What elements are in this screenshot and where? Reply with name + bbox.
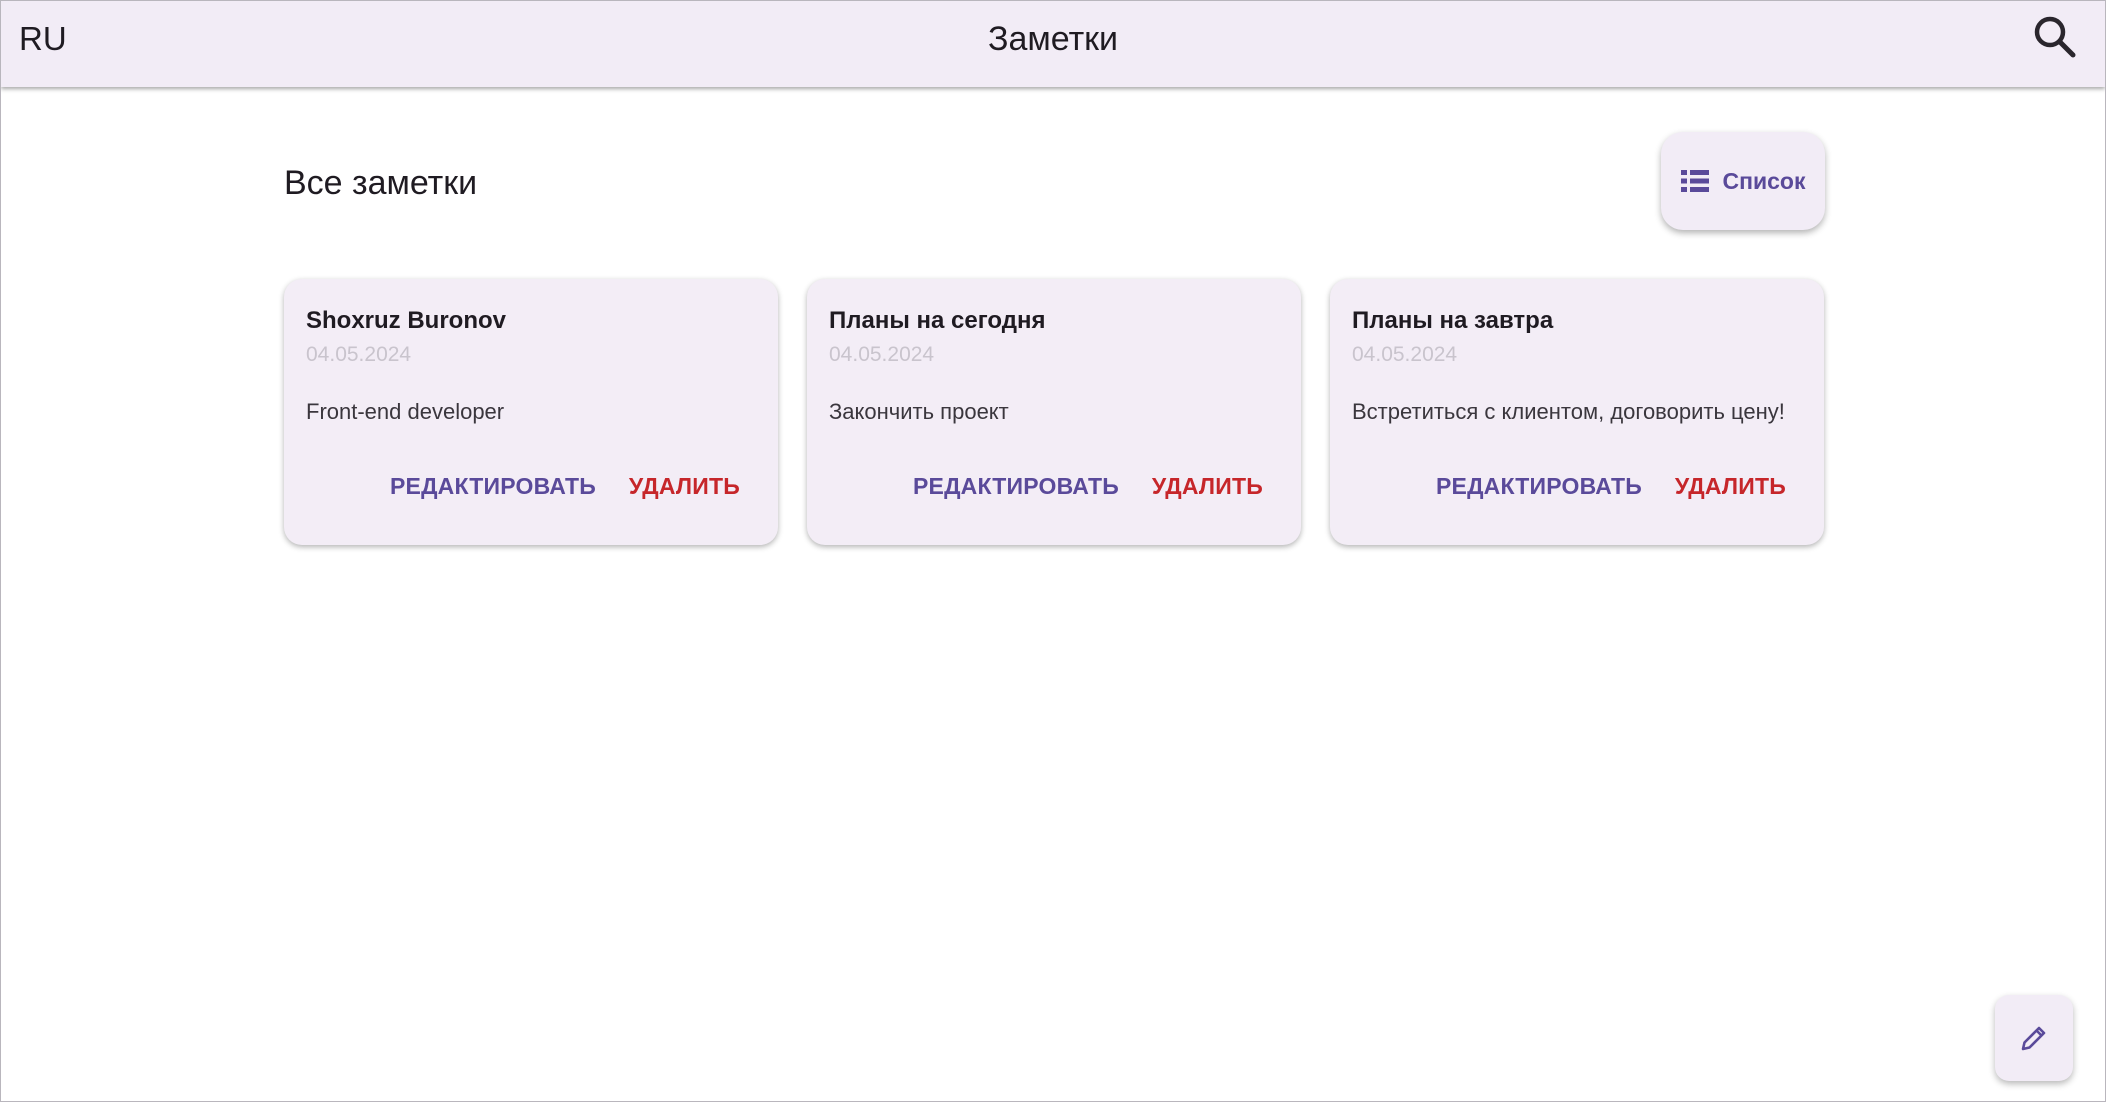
view-toggle-label: Список — [1722, 167, 1806, 194]
note-title: Планы на завтра — [1352, 307, 1554, 334]
note-text: Front-end developer — [306, 399, 505, 424]
view-toggle-button[interactable]: Список — [1661, 132, 1825, 230]
search-icon — [2034, 16, 2076, 58]
pencil-icon — [2021, 1026, 2046, 1051]
delete-button[interactable]: УДАЛИТЬ — [1675, 473, 1786, 500]
note-actions: РЕДАКТИРОВАТЬ УДАЛИТЬ — [913, 473, 1263, 500]
note-text: Закончить проект — [829, 399, 1009, 424]
note-date: 04.05.2024 — [829, 343, 935, 366]
edit-button[interactable]: РЕДАКТИРОВАТЬ — [390, 473, 596, 500]
note-card[interactable]: Shoxruz Buronov 04.05.2024 Front-end dev… — [284, 279, 778, 545]
edit-button[interactable]: РЕДАКТИРОВАТЬ — [1436, 473, 1642, 500]
search-button[interactable] — [2031, 13, 2079, 61]
note-date: 04.05.2024 — [1352, 343, 1458, 366]
app-title: Заметки — [987, 20, 1119, 58]
note-date: 04.05.2024 — [306, 343, 412, 366]
note-title: Shoxruz Buronov — [306, 307, 507, 334]
note-actions: РЕДАКТИРОВАТЬ УДАЛИТЬ — [1436, 473, 1786, 500]
app-bar: RU Заметки — [1, 1, 2105, 87]
app-window: RU Заметки Все заметки Список Shoxruz Bu… — [0, 0, 2106, 1102]
list-icon — [1680, 170, 1709, 192]
edit-button[interactable]: РЕДАКТИРОВАТЬ — [913, 473, 1119, 500]
delete-button[interactable]: УДАЛИТЬ — [1152, 473, 1263, 500]
note-actions: РЕДАКТИРОВАТЬ УДАЛИТЬ — [390, 473, 740, 500]
note-card[interactable]: Планы на завтра 04.05.2024 Встретиться с… — [1330, 279, 1824, 545]
note-text: Встретиться с клиентом, договорить цену! — [1352, 399, 1785, 424]
delete-button[interactable]: УДАЛИТЬ — [629, 473, 740, 500]
add-note-fab[interactable] — [1995, 995, 2073, 1081]
section-title: Все заметки — [284, 164, 478, 202]
notes-grid: Shoxruz Buronov 04.05.2024 Front-end dev… — [284, 279, 1826, 546]
note-card[interactable]: Планы на сегодня 04.05.2024 Закончить пр… — [807, 279, 1301, 545]
note-title: Планы на сегодня — [829, 307, 1046, 334]
